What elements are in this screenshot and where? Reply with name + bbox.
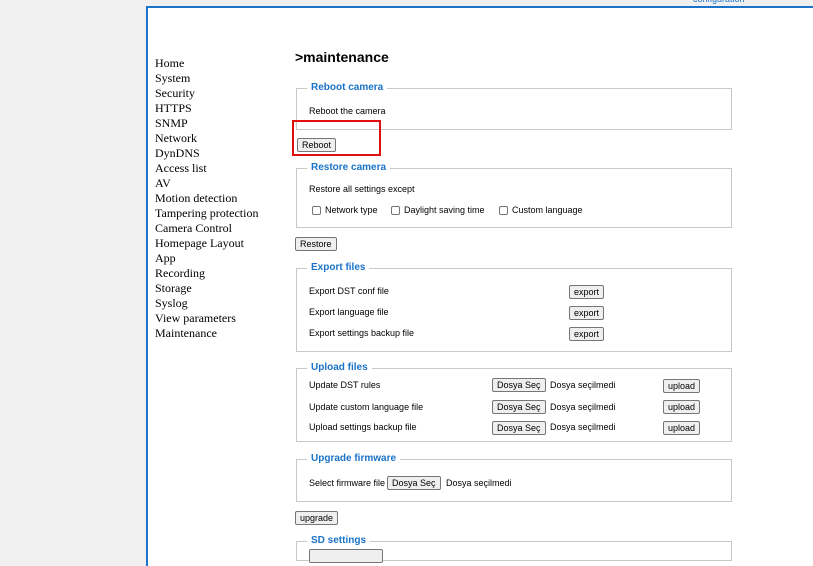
upgrade-button[interactable]: upgrade	[295, 511, 339, 525]
export-row-label: Export settings backup file	[309, 328, 415, 338]
export-backup-button[interactable]: export	[569, 327, 605, 341]
upgrade-legend: Upgrade firmware	[307, 453, 401, 465]
nav-item-system[interactable]: System	[155, 71, 258, 86]
nav-item-syslog[interactable]: Syslog	[155, 296, 258, 311]
custom-language-checkbox[interactable]	[499, 206, 508, 215]
choose-file-button[interactable]: Dosya Seç	[492, 400, 546, 414]
reboot-text: Reboot the camera	[309, 106, 386, 116]
choose-file-button[interactable]: Dosya Seç	[492, 421, 546, 435]
sd-legend: SD settings	[307, 535, 371, 547]
configuration-link[interactable]: configuration	[693, 0, 745, 4]
highlight-box	[292, 120, 381, 156]
reboot-legend: Reboot camera	[307, 82, 388, 94]
nav-item-maintenance[interactable]: Maintenance	[155, 326, 258, 341]
upload-backup-button[interactable]: upload	[663, 421, 701, 435]
export-language-button[interactable]: export	[569, 306, 605, 320]
export-row-label: Export language file	[309, 307, 389, 317]
nav-item-view-parameters[interactable]: View parameters	[155, 311, 258, 326]
nav-item-security[interactable]: Security	[155, 86, 258, 101]
sd-button[interactable]	[309, 549, 383, 563]
nav-item-storage[interactable]: Storage	[155, 281, 258, 296]
upload-row-label: Upload settings backup file	[309, 422, 417, 432]
nav-item-https[interactable]: HTTPS	[155, 101, 258, 116]
firmware-label: Select firmware file	[309, 478, 386, 488]
no-firmware-text: Dosya seçilmedi	[446, 478, 512, 488]
upload-legend: Upload files	[307, 362, 372, 374]
nav-item-recording[interactable]: Recording	[155, 266, 258, 281]
restore-button[interactable]: Restore	[295, 237, 337, 251]
network-type-checkbox[interactable]	[312, 206, 321, 215]
nav-item-dyndns[interactable]: DynDNS	[155, 146, 258, 161]
custom-language-label: Custom language	[512, 205, 583, 215]
upload-row-label: Update DST rules	[309, 380, 381, 390]
nav-item-tampering-protection[interactable]: Tampering protection	[155, 206, 258, 221]
export-dst-button[interactable]: export	[569, 285, 605, 299]
upload-language-button[interactable]: upload	[663, 400, 701, 414]
export-row-label: Export DST conf file	[309, 286, 389, 296]
nav-item-av[interactable]: AV	[155, 176, 258, 191]
choose-firmware-button[interactable]: Dosya Seç	[387, 476, 441, 490]
nav-item-snmp[interactable]: SNMP	[155, 116, 258, 131]
network-type-label: Network type	[325, 205, 378, 215]
daylight-saving-label: Daylight saving time	[404, 205, 485, 215]
nav-item-home[interactable]: Home	[155, 56, 258, 71]
nav-item-access-list[interactable]: Access list	[155, 161, 258, 176]
daylight-saving-checkbox[interactable]	[391, 206, 400, 215]
upload-row-label: Update custom language file	[309, 402, 424, 412]
no-file-text: Dosya seçilmedi	[550, 402, 616, 412]
nav-item-app[interactable]: App	[155, 251, 258, 266]
nav-item-camera-control[interactable]: Camera Control	[155, 221, 258, 236]
no-file-text: Dosya seçilmedi	[550, 422, 616, 432]
nav-item-network[interactable]: Network	[155, 131, 258, 146]
page-title: >maintenance	[295, 49, 389, 65]
upload-dst-button[interactable]: upload	[663, 379, 701, 393]
nav-item-motion-detection[interactable]: Motion detection	[155, 191, 258, 206]
choose-file-button[interactable]: Dosya Seç	[492, 378, 546, 392]
nav-item-homepage-layout[interactable]: Homepage Layout	[155, 236, 258, 251]
sidebar-nav: Home System Security HTTPS SNMP Network …	[155, 56, 258, 341]
restore-legend: Restore camera	[307, 162, 391, 174]
no-file-text: Dosya seçilmedi	[550, 380, 616, 390]
restore-section: Restore camera	[296, 162, 732, 228]
restore-text: Restore all settings except	[309, 184, 415, 194]
export-legend: Export files	[307, 262, 370, 274]
